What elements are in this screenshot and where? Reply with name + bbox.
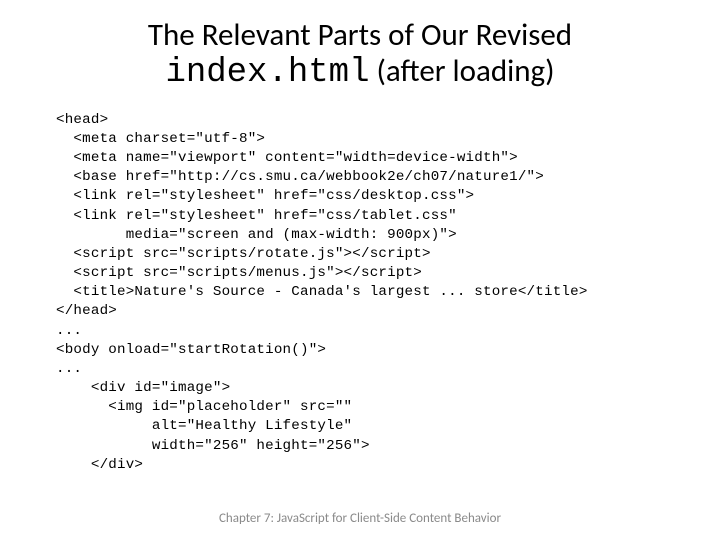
slide-title: The Relevant Parts of Our Revised index.…	[50, 18, 670, 93]
code-block: <head> <meta charset="utf-8"> <meta name…	[56, 111, 670, 475]
slide: The Relevant Parts of Our Revised index.…	[0, 0, 720, 475]
slide-footer: Chapter 7: JavaScript for Client-Side Co…	[0, 511, 720, 526]
title-mono: index.html	[165, 54, 369, 92]
title-line1: The Relevant Parts of Our Revised	[148, 16, 572, 54]
title-rest: (after loading)	[369, 52, 554, 90]
